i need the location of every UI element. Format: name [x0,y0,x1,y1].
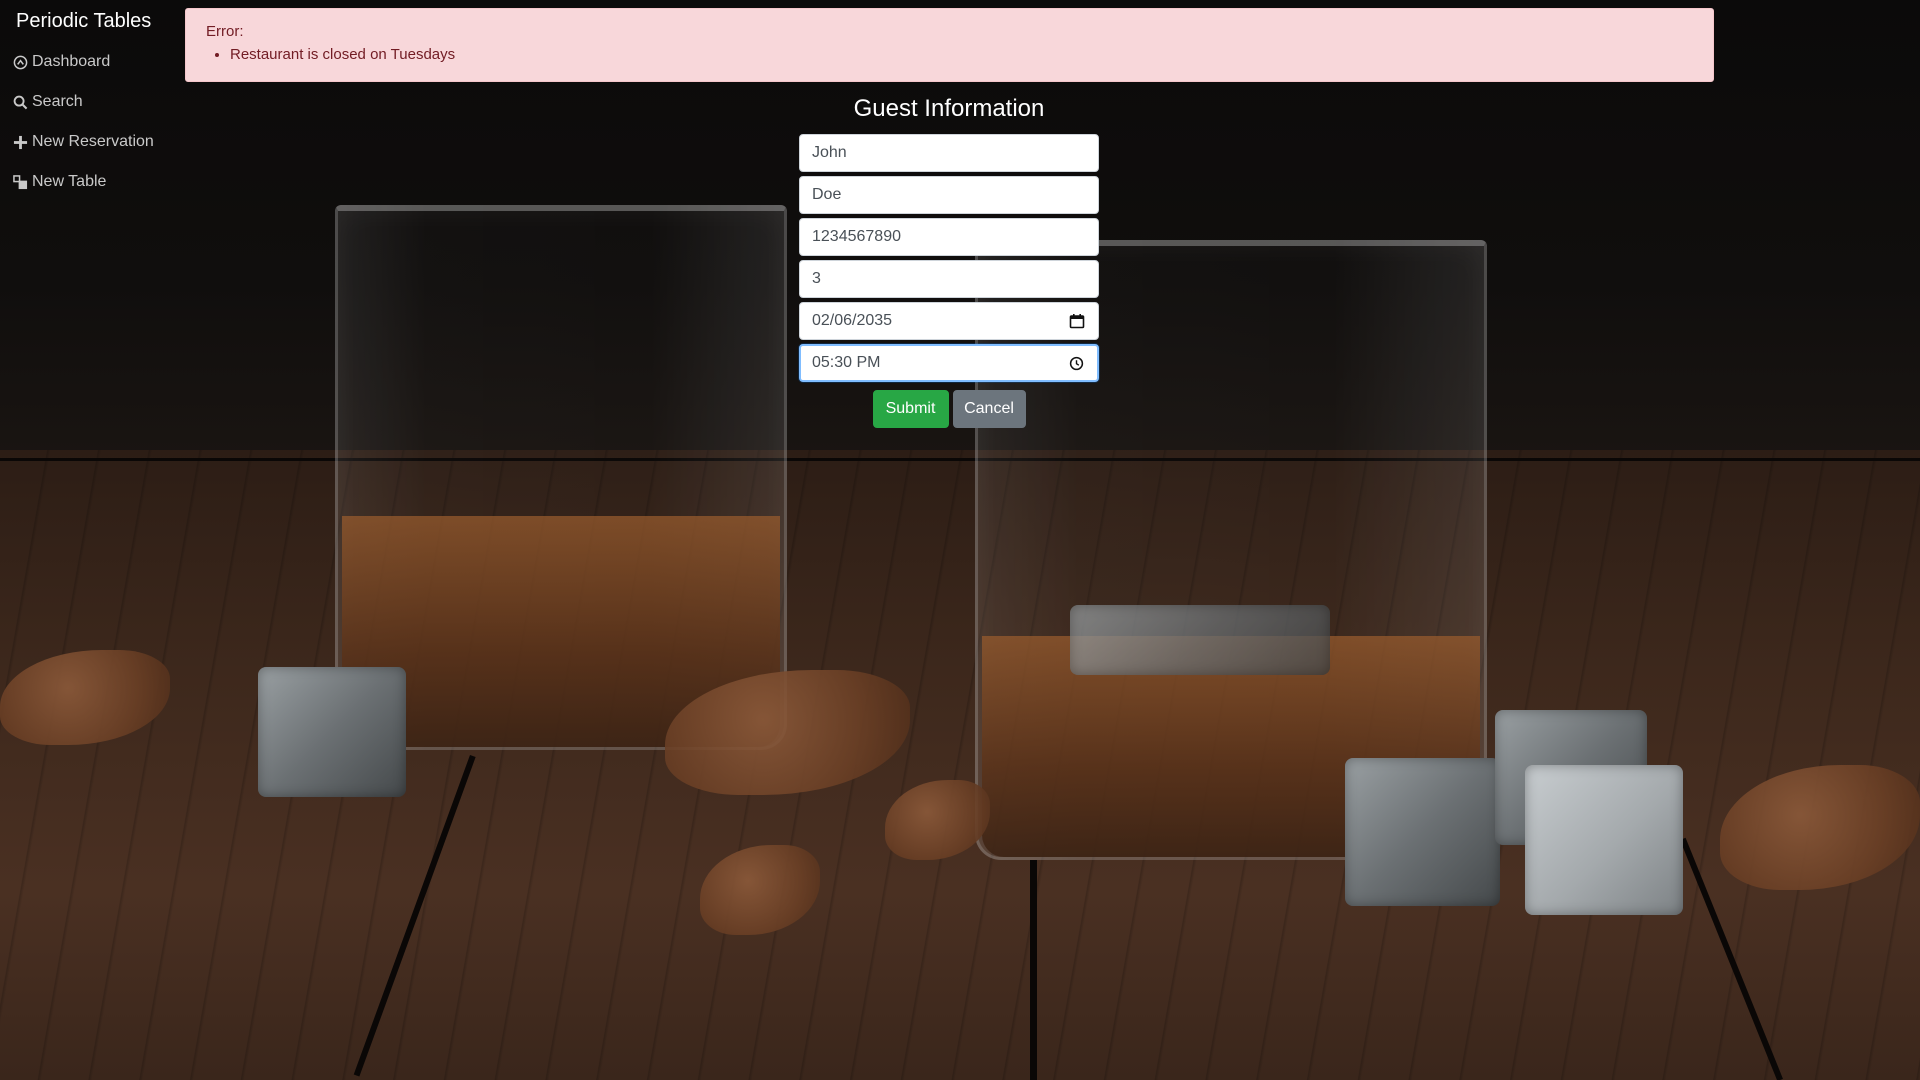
calendar-icon[interactable] [1068,312,1086,330]
table-icon [12,174,28,190]
first-name-value: John [812,144,847,161]
search-icon [12,94,28,110]
plank-gap [1030,860,1037,1080]
first-name-field[interactable]: John [799,134,1099,172]
sidebar-item-new-table[interactable]: New Table [0,162,180,202]
plus-icon [12,134,28,150]
reservation-form: Guest Information John Doe 1234567890 3 … [799,92,1099,428]
sidebar-item-new-reservation[interactable]: New Reservation [0,122,180,162]
ice-cube [1525,765,1683,915]
people-field[interactable]: 3 [799,260,1099,298]
sidebar-item-label: Search [32,93,83,110]
last-name-field[interactable]: Doe [799,176,1099,214]
ice-cube [1070,605,1330,675]
cancel-button[interactable]: Cancel [952,390,1026,428]
sidebar: Periodic Tables Dashboard Search New Res… [0,0,180,202]
reservation-time-value: 05:30 PM [812,354,881,371]
submit-button[interactable]: Submit [872,390,949,428]
plank-gap [0,458,1920,461]
clock-icon[interactable] [1067,354,1085,372]
sidebar-item-dashboard[interactable]: Dashboard [0,42,180,82]
error-alert: Error: Restaurant is closed on Tuesdays [185,8,1714,82]
sidebar-item-label: Dashboard [32,53,111,70]
mobile-number-value: 1234567890 [812,228,901,245]
mobile-number-field[interactable]: 1234567890 [799,218,1099,256]
dashboard-icon [12,54,28,70]
sidebar-item-search[interactable]: Search [0,82,180,122]
reservation-date-value: 02/06/2035 [812,312,893,329]
app-title[interactable]: Periodic Tables [0,10,180,32]
form-actions: Submit Cancel [799,390,1099,428]
alert-message: Restaurant is closed on Tuesdays [230,46,1693,63]
sidebar-item-label: New Reservation [32,133,154,150]
form-title: Guest Information [853,95,1045,122]
people-value: 3 [812,270,821,287]
ice-cube [258,667,406,797]
sidebar-item-label: New Table [32,173,107,190]
alert-message-list: Restaurant is closed on Tuesdays [206,46,1693,63]
last-name-value: Doe [812,186,842,203]
alert-title: Error: [206,23,244,40]
reservation-time-field[interactable]: 05:30 PM [799,344,1099,382]
reservation-date-field[interactable]: 02/06/2035 [799,302,1099,340]
ice-cube [1345,758,1500,906]
